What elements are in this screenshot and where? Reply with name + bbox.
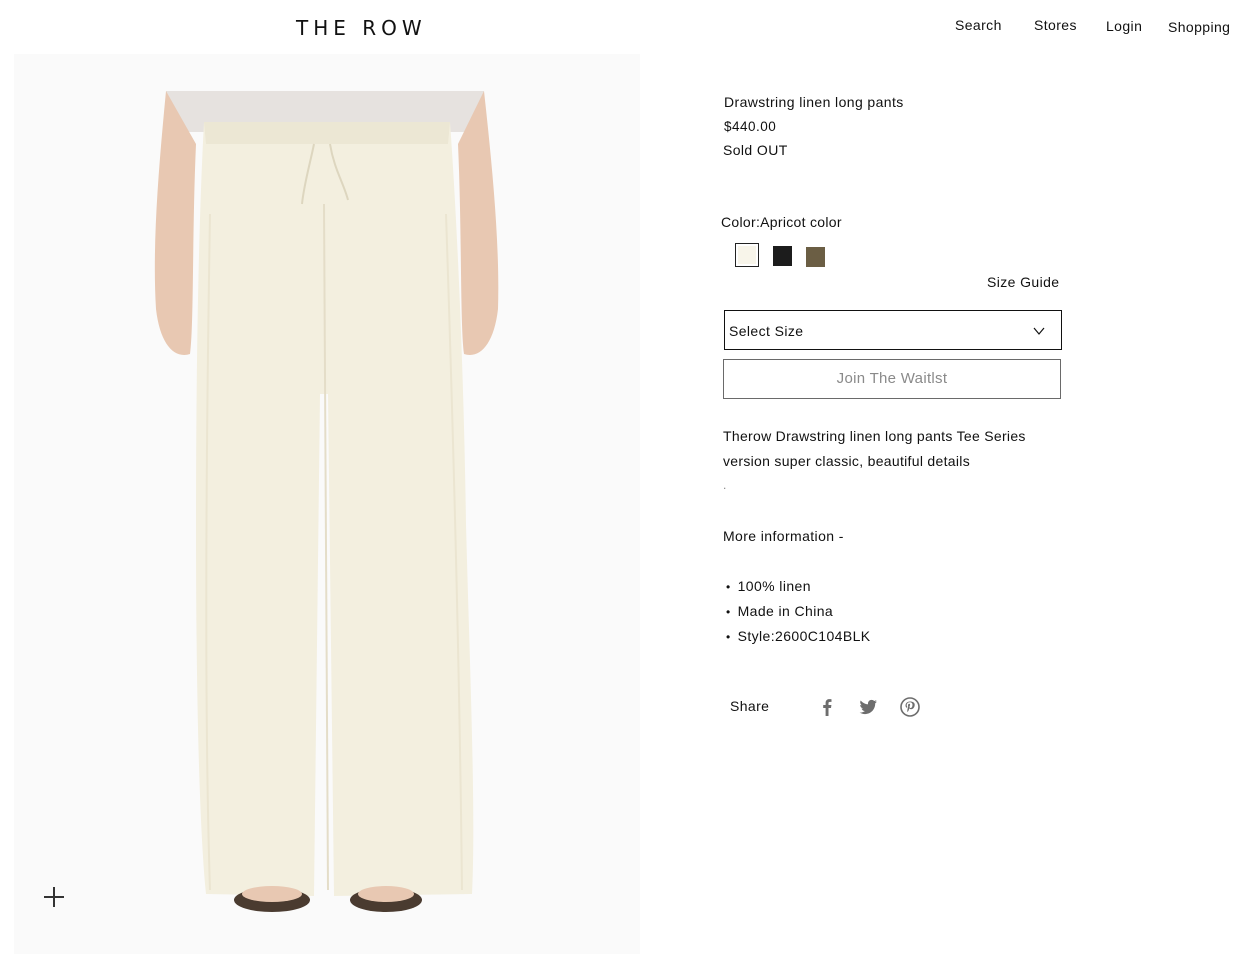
nav-shopping-link[interactable]: Shopping bbox=[1168, 19, 1230, 35]
description-dot: . bbox=[723, 478, 727, 492]
swatch-apricot-fill bbox=[738, 246, 756, 264]
size-select[interactable]: Select Size bbox=[724, 310, 1062, 350]
product-image bbox=[14, 54, 640, 954]
brand-logo[interactable]: THE ROW bbox=[296, 16, 427, 40]
product-price: $440.00 bbox=[724, 119, 777, 134]
nav-stores-link[interactable]: Stores bbox=[1034, 17, 1077, 33]
spec-item: 100% linen bbox=[726, 576, 871, 601]
product-description: Therow Drawstring linen long pants Tee S… bbox=[723, 424, 1083, 496]
swatch-black[interactable] bbox=[773, 246, 792, 266]
spec-item: Style:2600C104BLK bbox=[726, 626, 871, 651]
description-line-1: Therow Drawstring linen long pants Tee S… bbox=[723, 428, 1026, 444]
nav-search-link[interactable]: Search bbox=[955, 17, 1002, 33]
swatch-olive[interactable] bbox=[806, 247, 825, 267]
stock-status: Sold OUT bbox=[723, 142, 788, 158]
product-photo-illustration bbox=[14, 54, 640, 954]
size-guide-link[interactable]: Size Guide bbox=[987, 274, 1059, 290]
chevron-down-icon bbox=[1033, 327, 1045, 335]
zoom-plus-icon[interactable] bbox=[42, 885, 66, 909]
twitter-icon[interactable] bbox=[857, 696, 879, 718]
size-select-label: Select Size bbox=[729, 323, 804, 339]
more-information-toggle[interactable]: More information - bbox=[723, 528, 844, 544]
color-label: Color:Apricot color bbox=[721, 214, 842, 230]
facebook-icon[interactable] bbox=[816, 696, 838, 718]
swatch-apricot[interactable] bbox=[735, 243, 759, 267]
pinterest-icon[interactable] bbox=[899, 696, 921, 718]
nav-login-link[interactable]: Login bbox=[1106, 18, 1142, 34]
share-label: Share bbox=[730, 698, 770, 714]
product-title: Drawstring linen long pants bbox=[724, 94, 904, 110]
description-line-2: version super classic, beautiful details bbox=[723, 453, 971, 469]
specs-list: 100% linen Made in China Style:2600C104B… bbox=[726, 576, 871, 651]
spec-item: Made in China bbox=[726, 601, 871, 626]
join-waitlist-button[interactable]: Join The Waitlst bbox=[723, 359, 1061, 399]
